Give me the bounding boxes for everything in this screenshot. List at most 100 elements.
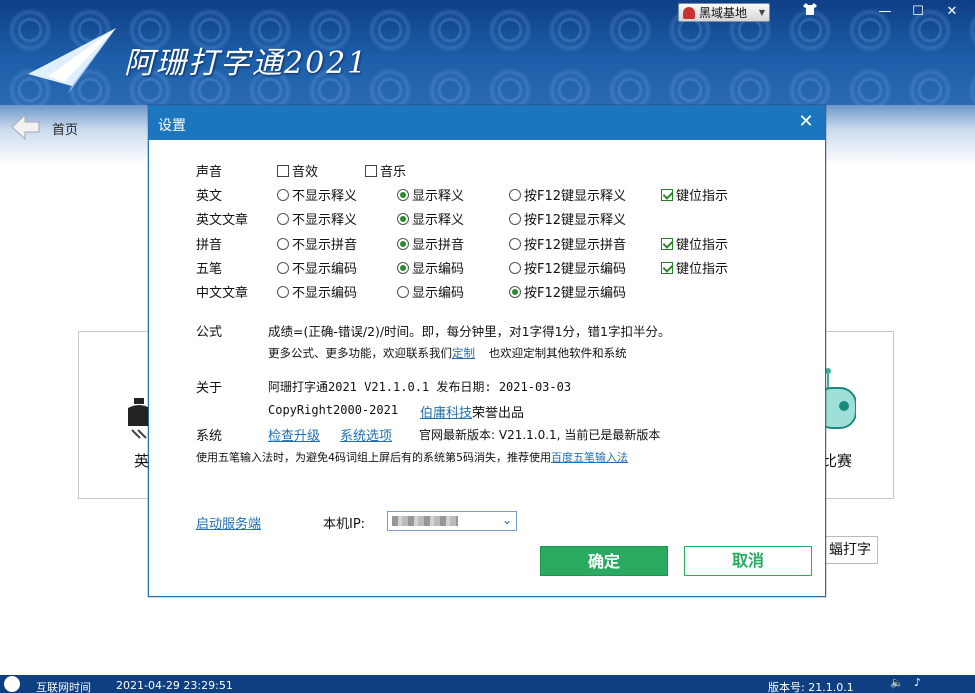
clock-icon [4,676,20,692]
company-suffix: 荣誉出品 [472,406,525,421]
dialog-header: 设置 ✕ [149,106,825,140]
wubi-tip: 使用五笔输入法时，为避免4码词组上屏后有的系统第5码消失，推荐使用百度五笔输入法 [196,449,628,465]
chevron-down-icon: ⌄ [501,513,512,527]
option-label: 显示编码 [412,286,465,301]
close-icon[interactable]: ✕ [795,111,817,133]
radio-dot [277,237,289,250]
paper-plane-logo-icon [28,28,116,94]
pinyin-option-hide[interactable]: 不显示拼音 [277,234,357,253]
pinyin-option-f12[interactable]: 按F12键显示拼音 [509,234,626,253]
english-article-option-hide[interactable]: 不显示释义 [277,209,357,228]
minimize-icon[interactable]: — [873,3,897,21]
start-server-link[interactable]: 启动服务端 [196,513,261,532]
radio-dot [397,188,409,201]
english-article-option-f12[interactable]: 按F12键显示释义 [509,209,626,228]
company-link[interactable]: 伯庸科技 [420,406,472,421]
option-label: 按F12键显示编码 [524,262,627,277]
settings-dialog: 设置 ✕ 声音 音效 音乐 英文 不显示释义 显示释义 按F12键显示释义 键位… [148,105,826,597]
wubi-keyhint-checkbox[interactable]: 键位指示 [661,258,728,277]
radio-dot [509,188,521,201]
pinyin-label: 拼音 [196,238,223,253]
checkbox-box [661,261,673,274]
radio-dot [509,212,521,225]
wubi-option-hide[interactable]: 不显示编码 [277,258,357,277]
version-label: 版本号: 21.1.0.1 [768,681,854,693]
music-icon[interactable]: ♪ [914,676,921,689]
about-label: 关于 [196,381,223,396]
local-ip-label: 本机IP: [323,517,366,532]
radio-dot [397,261,409,274]
about-company: 伯庸科技荣誉出品 [420,402,524,421]
back-arrow-icon[interactable] [12,114,40,140]
pinyin-option-show[interactable]: 显示拼音 [397,234,464,253]
chinese-article-option-show[interactable]: 显示编码 [397,282,464,301]
radio-dot [509,237,521,250]
home-link[interactable]: 首页 [52,119,78,138]
radio-dot [509,261,521,274]
wubi-label: 五笔 [196,262,223,277]
english-option-f12[interactable]: 按F12键显示释义 [509,185,626,204]
formula-more-suffix: 也欢迎定制其他软件和系统 [488,346,627,360]
formula-more-text: 更多公式、更多功能，欢迎联系我们定制 也欢迎定制其他软件和系统 [268,345,627,361]
wubi-option-f12[interactable]: 按F12键显示编码 [509,258,626,277]
ok-button[interactable]: 确定 [540,546,668,576]
tile-label-english: 英 [134,452,150,470]
radio-dot [397,285,409,298]
net-time-label: 互联网时间 [36,681,91,693]
about-version-line: 阿珊打字通2021 V21.1.0.1 发布日期: 2021-03-03 [268,380,572,394]
option-label: 显示释义 [412,189,465,204]
statusbar: 互联网时间 2021-04-29 23:29:51 版本号: 21.1.0.1 … [0,675,975,693]
option-label: 按F12键显示释义 [524,213,627,228]
chinese-article-option-hide[interactable]: 不显示编码 [277,282,357,301]
system-options-link[interactable]: 系统选项 [340,425,392,444]
tile-label-competition: 比赛 [822,452,853,470]
radio-dot [277,261,289,274]
pinyin-keyhint-checkbox[interactable]: 键位指示 [661,234,728,253]
radio-dot [397,237,409,250]
customize-link[interactable]: 定制 [452,346,475,360]
option-label: 键位指示 [676,189,729,204]
check-update-link[interactable]: 检查升级 [268,425,320,444]
net-time-value: 2021-04-29 23:29:51 [116,679,233,692]
chevron-down-icon: ▼ [758,8,765,17]
radio-dot [509,285,521,298]
chinese-article-label: 中文文章 [196,286,249,301]
baidu-wubi-link[interactable]: 百度五笔输入法 [551,451,628,464]
user-icon [683,6,695,19]
option-label: 不显示拼音 [292,238,358,253]
sound-effect-checkbox[interactable]: 音效 [277,161,318,180]
option-label: 键位指示 [676,262,729,277]
checkbox-box [661,237,673,250]
option-label: 不显示编码 [292,262,358,277]
local-ip-select[interactable]: ⌄ [387,511,517,531]
checkbox-box [661,188,673,201]
option-label: 显示拼音 [412,238,465,253]
cancel-button[interactable]: 取消 [684,546,812,576]
option-label: 按F12键显示释义 [524,189,627,204]
checkbox-box [365,164,377,177]
option-label: 按F12键显示拼音 [524,238,627,253]
english-option-show[interactable]: 显示释义 [397,185,464,204]
system-label: 系统 [196,429,223,444]
wubi-tip-prefix: 使用五笔输入法时，为避免4码词组上屏后有的系统第5码消失，推荐使用 [196,451,551,464]
speaker-icon[interactable]: 🔈 [890,676,904,689]
user-menu[interactable]: 黑域基地 ▼ [678,3,770,22]
radio-dot [397,212,409,225]
radio-dot [277,285,289,298]
dialog-title: 设置 [158,118,186,134]
chinese-article-option-f12[interactable]: 按F12键显示编码 [509,282,626,301]
english-keyhint-checkbox[interactable]: 键位指示 [661,185,728,204]
option-label: 音效 [292,165,319,180]
english-option-hide[interactable]: 不显示释义 [277,185,357,204]
maximize-icon[interactable]: ☐ [906,3,930,21]
about-copyright: CopyRight2000-2021 [268,403,399,417]
typing-button[interactable]: 蝠打字 [818,536,878,564]
wubi-option-show[interactable]: 显示编码 [397,258,464,277]
english-article-option-show[interactable]: 显示释义 [397,209,464,228]
ip-value-redacted [392,516,458,526]
close-window-icon[interactable]: ✕ [940,3,964,21]
english-article-label: 英文文章 [196,213,249,228]
sound-music-checkbox[interactable]: 音乐 [365,161,406,180]
user-name: 黑域基地 [699,6,748,20]
skin-icon[interactable] [798,3,822,21]
